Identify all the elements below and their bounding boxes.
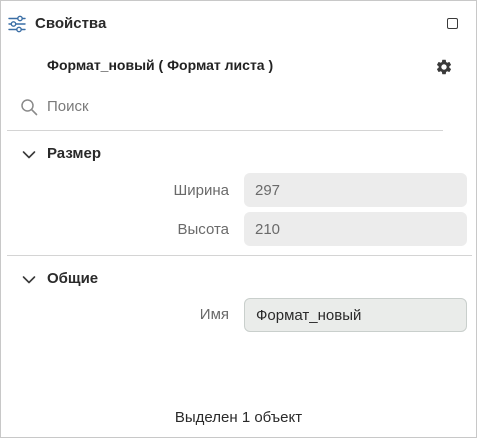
property-label-width: Ширина bbox=[173, 182, 229, 199]
section-label: Общие bbox=[47, 270, 99, 287]
sliders-icon bbox=[8, 15, 26, 33]
panel-header: Свойства bbox=[1, 1, 476, 45]
height-field[interactable] bbox=[244, 212, 467, 246]
maximize-icon[interactable] bbox=[447, 18, 458, 29]
search-icon bbox=[21, 99, 38, 116]
name-field[interactable] bbox=[244, 298, 467, 332]
divider bbox=[7, 255, 472, 256]
property-label-name: Имя bbox=[199, 306, 229, 323]
chevron-down-icon bbox=[22, 276, 36, 284]
search-input[interactable] bbox=[43, 95, 451, 117]
width-field[interactable] bbox=[244, 173, 467, 207]
section-label: Размер bbox=[47, 145, 102, 162]
gear-icon[interactable] bbox=[435, 58, 453, 76]
object-title: Формат_новый ( Формат листа ) bbox=[47, 57, 274, 73]
divider bbox=[7, 130, 443, 131]
property-label-height: Высота bbox=[177, 221, 229, 238]
section-header-size[interactable]: Размер bbox=[19, 144, 139, 164]
chevron-down-icon bbox=[22, 151, 36, 159]
properties-panel: Свойства Формат_новый ( Формат листа ) Р… bbox=[0, 0, 477, 438]
selection-status: Выделен 1 объект bbox=[174, 409, 303, 426]
section-header-general[interactable]: Общие bbox=[19, 269, 139, 289]
panel-title: Свойства bbox=[35, 15, 107, 32]
